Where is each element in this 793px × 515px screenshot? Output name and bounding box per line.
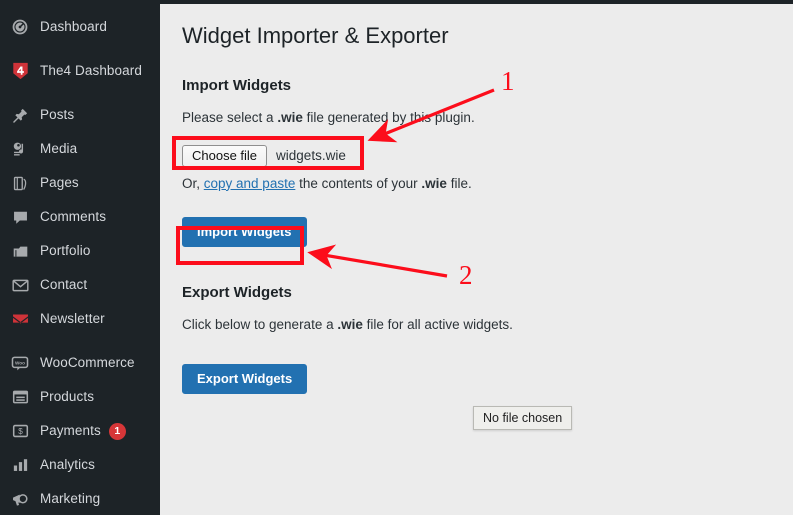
sidebar-item-label: Payments [40,423,101,439]
sidebar-item-contact[interactable]: Contact [0,268,160,302]
comment-icon [9,206,31,228]
sidebar-item-dashboard[interactable]: Dashboard [0,10,160,44]
sidebar-separator [0,88,160,98]
export-description-suffix: file for all active widgets. [362,317,513,333]
sidebar-item-comments[interactable]: Comments [0,200,160,234]
sidebar-item-label: WooCommerce [40,355,135,371]
payments-icon: $ [9,420,31,442]
export-widgets-button[interactable]: Export Widgets [182,364,308,395]
woocommerce-icon: Woo [9,352,31,374]
sidebar-item-portfolio[interactable]: Portfolio [0,234,160,268]
sidebar-item-label: Pages [40,175,79,191]
import-description: Please select a .wie file generated by t… [182,108,793,128]
media-icon [9,138,31,160]
sidebar-item-label: Dashboard [40,19,107,35]
export-description-bold: .wie [337,317,363,333]
sidebar-item-label: Media [40,141,78,157]
svg-text:Woo: Woo [15,360,25,365]
export-heading: Export Widgets [182,284,292,302]
admin-sidebar: Dashboard The4 Dashboard Posts Media Pages Co… [0,0,160,515]
copy-paste-prefix: Or, [182,175,204,191]
sidebar-item-marketing[interactable]: Marketing [0,482,160,515]
sidebar-item-posts[interactable]: Posts [0,98,160,132]
dashboard-icon [9,16,31,38]
import-description-bold: .wie [277,109,303,125]
sidebar-separator [0,44,160,54]
sidebar-item-label: Analytics [40,457,95,473]
import-description-prefix: Please select a [182,109,278,125]
sidebar-item-label: Products [40,389,95,405]
pages-icon [9,172,31,194]
sidebar-item-label: Contact [40,277,88,293]
export-widgets-section: Export Widgets Click below to generate a… [182,284,793,395]
copy-paste-middle: the contents of your [295,175,422,191]
sidebar-item-the4-dashboard[interactable]: The4 Dashboard [0,54,160,88]
products-icon [9,386,31,408]
sidebar-item-label: Posts [40,107,75,123]
annotation-box-choose-file [172,136,364,170]
no-file-chosen-tooltip: No file chosen [473,406,573,430]
copy-paste-bold: .wie [421,175,447,191]
sidebar-item-pages[interactable]: Pages [0,166,160,200]
annotation-number-2: 2 [459,260,473,290]
newsletter-icon [9,308,31,330]
annotation-box-import-button [176,226,304,265]
export-description: Click below to generate a .wie file for … [182,315,793,335]
admin-bar [0,0,793,4]
export-description-prefix: Click below to generate a [182,317,338,333]
analytics-icon [9,454,31,476]
sidebar-item-payments[interactable]: $ Payments 1 [0,414,160,448]
sidebar-item-label: Marketing [40,491,101,507]
megaphone-icon [9,488,31,510]
copy-paste-line: Or, copy and paste the contents of your … [182,174,793,194]
sidebar-item-label: Newsletter [40,311,105,327]
sidebar-item-woocommerce[interactable]: Woo WooCommerce [0,346,160,380]
sidebar-item-analytics[interactable]: Analytics [0,448,160,482]
annotation-number-1: 1 [501,66,515,96]
copy-and-paste-link[interactable]: copy and paste [204,176,296,191]
svg-text:$: $ [18,427,23,436]
sidebar-item-newsletter[interactable]: Newsletter [0,302,160,336]
the4-logo-icon [9,60,31,82]
pin-icon [9,104,31,126]
envelope-icon [9,274,31,296]
sidebar-item-products[interactable]: Products [0,380,160,414]
sidebar-item-badge: 1 [108,422,126,440]
sidebar-separator [0,336,160,346]
sidebar-item-media[interactable]: Media [0,132,160,166]
page-title: Widget Importer & Exporter [182,23,449,48]
portfolio-icon [9,240,31,262]
import-heading: Import Widgets [182,76,292,94]
copy-paste-suffix: file. [446,175,472,191]
sidebar-item-label: Portfolio [40,243,91,259]
sidebar-item-label: The4 Dashboard [40,63,142,79]
import-description-suffix: file generated by this plugin. [302,109,475,125]
sidebar-item-label: Comments [40,209,107,225]
